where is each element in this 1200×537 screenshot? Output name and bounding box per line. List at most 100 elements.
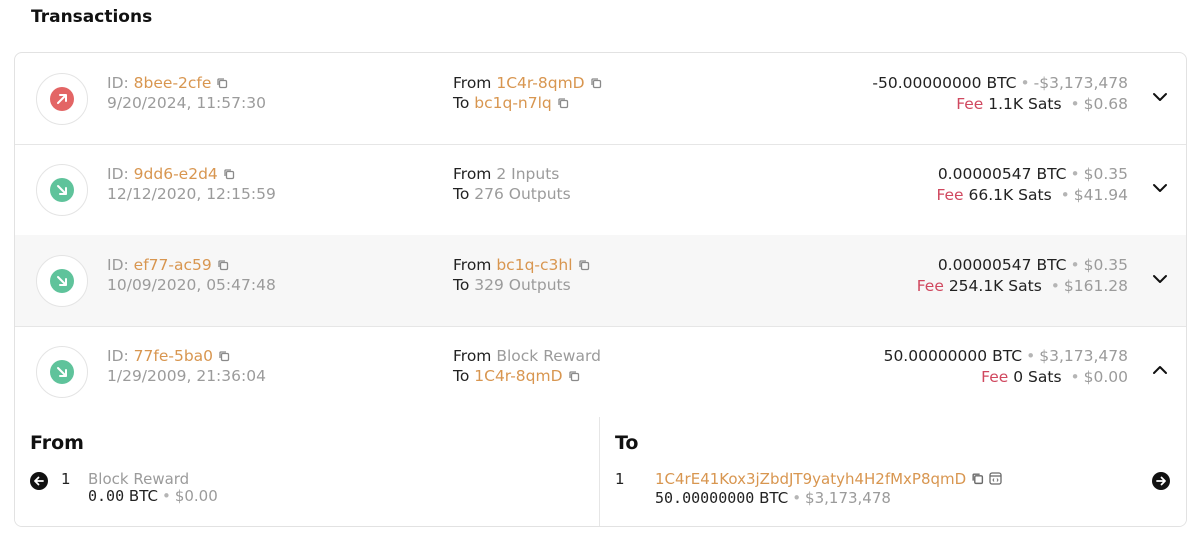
output-amount-btc: 50.00000000 — [655, 489, 755, 507]
transaction-id: ID: 8bee-2cfe — [107, 74, 228, 93]
separator: • — [161, 487, 171, 505]
arrow-right-icon[interactable] — [1152, 472, 1170, 490]
transaction-row[interactable]: ID: ef77-ac59 10/09/2020, 05:47:48 From … — [15, 235, 1186, 327]
input-index: 1 — [61, 470, 71, 488]
chevron-down-icon[interactable] — [1152, 180, 1168, 200]
transaction-from: From 2 Inputs — [453, 165, 559, 183]
amount-btc: 50.00000000 — [883, 347, 988, 365]
from-address[interactable]: bc1q-c3hl — [496, 256, 572, 274]
transaction-detail: From 1 Block Reward 0.00 BTC • $0.00 To 1 … — [15, 417, 1186, 526]
outgoing-arrow-icon — [50, 87, 74, 111]
copy-icon[interactable] — [223, 166, 235, 184]
amount-usd: $0.35 — [1083, 256, 1128, 274]
transaction-row[interactable]: ID: 77fe-5ba0 1/29/2009, 21:36:04 From B… — [15, 326, 1186, 418]
transaction-amount: 0.00000547 BTC • $0.35 — [938, 256, 1128, 274]
to-label: To — [453, 367, 470, 385]
transaction-amount: 50.00000000 BTC • $3,173,478 — [884, 347, 1128, 365]
separator: • — [1070, 95, 1080, 113]
copy-icon[interactable] — [217, 257, 229, 275]
fee-label: Fee — [936, 186, 964, 204]
from-address[interactable]: 1C4r-8qmD — [496, 74, 584, 92]
amount-usd: $3,173,478 — [1039, 347, 1128, 365]
sats-unit: Sats — [1028, 95, 1062, 113]
transaction-to: To bc1q-n7lq — [453, 94, 569, 113]
amount-usd: $0.35 — [1083, 165, 1128, 183]
id-label: ID: — [107, 256, 129, 274]
transaction-id-value[interactable]: 8bee-2cfe — [134, 74, 212, 92]
transaction-fee: Fee 254.1K Sats • $161.28 — [917, 277, 1128, 295]
transaction-to: To 1C4r-8qmD — [453, 367, 580, 386]
to-heading: To — [615, 432, 639, 454]
transaction-amount: -50.00000000 BTC • -$3,173,478 — [872, 74, 1128, 92]
output-address-value[interactable]: 1C4rE41Kox3jZbdJT9yatyh4H2fMxP8qmD — [655, 470, 966, 488]
output-amount: 50.00000000 BTC • $3,173,478 — [655, 489, 891, 507]
separator: • — [1026, 347, 1036, 365]
btc-unit: BTC — [1036, 256, 1067, 274]
from-label: From — [453, 74, 492, 92]
incoming-arrow-icon — [50, 269, 74, 293]
transaction-from: From Block Reward — [453, 347, 601, 365]
copy-icon[interactable] — [557, 95, 569, 113]
id-label: ID: — [107, 74, 129, 92]
to-label: To — [453, 185, 470, 203]
btc-unit: BTC — [986, 74, 1017, 92]
to-address[interactable]: bc1q-n7lq — [474, 94, 552, 112]
btc-unit: BTC — [992, 347, 1023, 365]
copy-icon[interactable] — [578, 257, 590, 275]
chevron-down-icon[interactable] — [1152, 271, 1168, 291]
from-inputs: 2 Inputs — [496, 165, 560, 183]
fee-usd: $161.28 — [1063, 277, 1128, 295]
from-label: From — [453, 165, 492, 183]
separator: • — [1020, 74, 1030, 92]
transaction-from: From bc1q-c3hl — [453, 256, 590, 275]
transaction-id-value[interactable]: 9dd6-e2d4 — [134, 165, 218, 183]
fee-usd: $41.94 — [1073, 186, 1128, 204]
page-title: Transactions — [31, 7, 153, 27]
copy-icon[interactable] — [216, 75, 228, 93]
transaction-row[interactable]: ID: 9dd6-e2d4 12/12/2020, 12:15:59 From … — [15, 144, 1186, 236]
copy-icon[interactable] — [590, 75, 602, 93]
transaction-row[interactable]: ID: 8bee-2cfe 9/20/2024, 11:57:30 From 1… — [15, 53, 1186, 145]
sats-unit: Sats — [1008, 277, 1042, 295]
transaction-id-value[interactable]: ef77-ac59 — [134, 256, 212, 274]
transaction-id: ID: 77fe-5ba0 — [107, 347, 230, 366]
btc-unit: BTC — [1036, 165, 1067, 183]
fee-sats: 254.1K — [948, 277, 1004, 295]
sats-unit: Sats — [1028, 368, 1062, 386]
input-label: Block Reward — [88, 470, 190, 488]
arrow-left-icon[interactable] — [30, 472, 48, 490]
id-label: ID: — [107, 165, 129, 183]
fee-label: Fee — [916, 277, 944, 295]
chevron-down-icon[interactable] — [1152, 89, 1168, 109]
transaction-amount: 0.00000547 BTC • $0.35 — [938, 165, 1128, 183]
transaction-id: ID: 9dd6-e2d4 — [107, 165, 235, 184]
transaction-fee: Fee 66.1K Sats • $41.94 — [936, 186, 1128, 204]
id-label: ID: — [107, 347, 129, 365]
separator: • — [1050, 277, 1060, 295]
transaction-id-value[interactable]: 77fe-5ba0 — [134, 347, 213, 365]
transaction-status — [36, 73, 88, 125]
copy-icon[interactable] — [971, 471, 984, 489]
btc-unit: BTC — [759, 489, 789, 507]
transaction-date: 12/12/2020, 12:15:59 — [107, 185, 276, 203]
btc-unit: BTC — [128, 487, 158, 505]
copy-icon[interactable] — [568, 368, 580, 386]
script-icon[interactable] — [989, 471, 1002, 489]
separator: • — [792, 489, 802, 507]
fee-label: Fee — [956, 95, 984, 113]
detail-divider — [599, 417, 600, 526]
amount-btc: 0.00000547 — [937, 256, 1032, 274]
fee-label: Fee — [981, 368, 1009, 386]
chevron-up-icon[interactable] — [1152, 362, 1168, 382]
to-label: To — [453, 94, 470, 112]
transaction-from: From 1C4r-8qmD — [453, 74, 602, 93]
copy-icon[interactable] — [218, 348, 230, 366]
fee-usd: $0.68 — [1083, 95, 1128, 113]
transaction-fee: Fee 1.1K Sats • $0.68 — [956, 95, 1128, 113]
to-address[interactable]: 1C4r-8qmD — [474, 367, 562, 385]
transaction-status — [36, 164, 88, 216]
input-amount-btc: 0.00 — [88, 487, 125, 505]
input-amount: 0.00 BTC • $0.00 — [88, 487, 218, 505]
amount-usd: -$3,173,478 — [1033, 74, 1128, 92]
transaction-status — [36, 255, 88, 307]
